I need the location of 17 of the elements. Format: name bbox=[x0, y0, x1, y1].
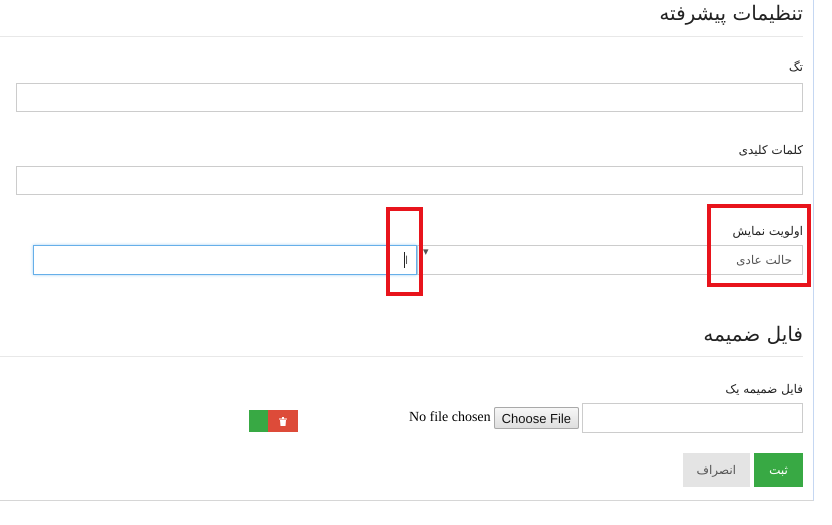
field-label: تگ bbox=[788, 59, 803, 75]
drag-handle[interactable] bbox=[248, 410, 268, 432]
text-field[interactable] bbox=[582, 403, 803, 433]
text-field[interactable] bbox=[16, 83, 803, 112]
field-label: اولویت نمایش bbox=[732, 223, 803, 239]
file-status: No file chosen bbox=[408, 410, 491, 426]
text-field[interactable] bbox=[16, 166, 803, 195]
section-title: تنظیمات پیشرفته bbox=[659, 0, 803, 26]
delete-button[interactable] bbox=[268, 410, 298, 432]
field-label: کلمات کلیدی bbox=[738, 142, 803, 158]
section-title: فایل ضمیمه bbox=[703, 321, 803, 347]
search-field[interactable]: ا bbox=[33, 245, 417, 275]
field-label: فایل ضمیمه یک bbox=[725, 381, 803, 397]
cancel-button[interactable]: انصراف bbox=[682, 453, 750, 487]
trash-icon bbox=[278, 416, 287, 426]
dropdown-arrow: ▾ bbox=[423, 245, 429, 258]
choose-file-button[interactable]: Choose File bbox=[494, 407, 579, 429]
